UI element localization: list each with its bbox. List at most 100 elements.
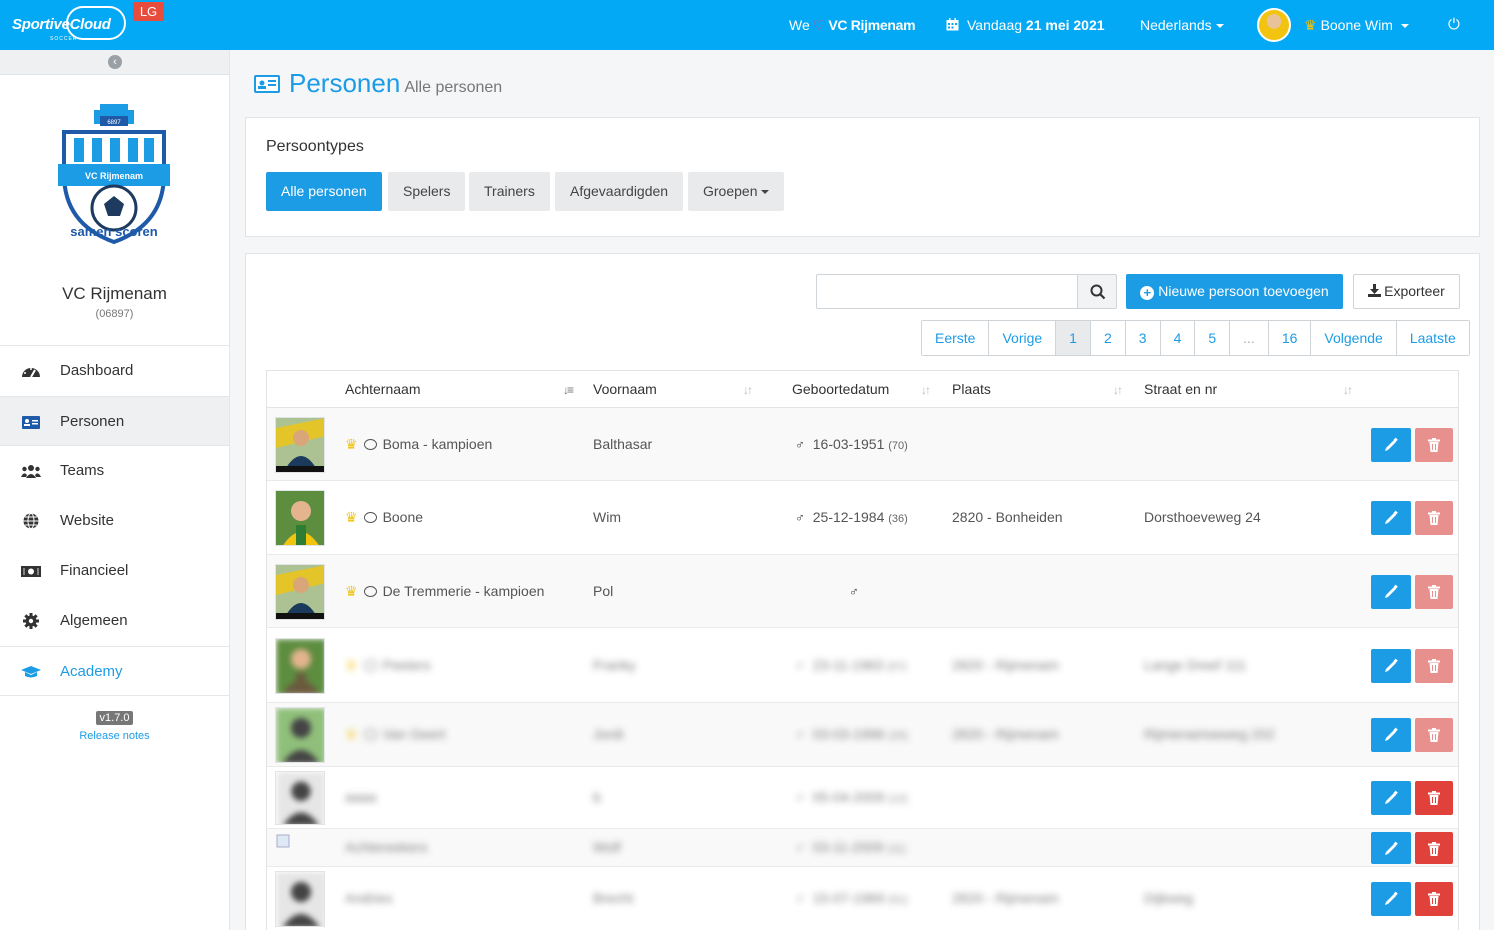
user-menu-dropdown[interactable]: ♛ Boone Wim <box>1304 0 1409 50</box>
column-header-geboortedatum[interactable]: Geboortedatum <box>792 371 889 408</box>
page-16-button[interactable]: 16 <box>1268 321 1312 355</box>
table-row[interactable]: ♛ De Tremmerie - kampioen Pol ♂ <box>267 555 1458 628</box>
lastname-text: De Tremmerie - kampioen <box>382 583 545 599</box>
logout-power-icon[interactable]: ⏻ <box>1448 0 1460 50</box>
birthdate-text: 03-03-1996 <box>812 726 885 742</box>
page-first-button[interactable]: Eerste <box>922 321 990 355</box>
person-photo[interactable] <box>275 490 325 546</box>
column-header-straat[interactable]: Straat en nr <box>1144 371 1217 408</box>
sort-icon[interactable]: ↓↑ <box>743 383 753 397</box>
person-photo[interactable] <box>275 638 325 694</box>
edit-person-button[interactable] <box>1371 832 1411 864</box>
edit-person-button[interactable] <box>1371 575 1411 609</box>
trash-icon <box>1428 892 1440 906</box>
sidebar-item-teams[interactable]: Teams <box>0 446 229 496</box>
person-photo[interactable] <box>275 707 325 763</box>
cell-achternaam[interactable]: Andries <box>345 890 392 906</box>
search-input[interactable] <box>816 274 1078 309</box>
person-photo[interactable] <box>275 833 325 863</box>
search-button[interactable] <box>1077 274 1117 309</box>
page-4-button[interactable]: 4 <box>1160 321 1196 355</box>
edit-person-button[interactable] <box>1371 781 1411 815</box>
cell-achternaam[interactable]: ♛ De Tremmerie - kampioen <box>345 583 544 600</box>
cell-achternaam[interactable]: Achtereekers <box>345 839 427 855</box>
filter-afgevaardigden-button[interactable]: Afgevaardigden <box>555 172 684 211</box>
cell-geboortedatum: ♂ 03-11-2009 (11) <box>795 839 906 855</box>
sort-icon[interactable]: ↓↑ <box>921 383 931 397</box>
filter-trainers-button[interactable]: Trainers <box>469 172 550 211</box>
pencil-icon <box>1385 841 1398 855</box>
sort-icon[interactable]: ↓↑ <box>1113 383 1123 397</box>
sidebar-item-dashboard[interactable]: Dashboard <box>0 346 229 396</box>
graduation-cap-icon <box>21 666 41 678</box>
column-header-voornaam[interactable]: Voornaam <box>593 371 657 408</box>
filter-groepen-dropdown[interactable]: Groepen <box>688 172 785 211</box>
delete-person-button[interactable] <box>1415 781 1453 815</box>
cell-achternaam[interactable]: ♛ Van Geert <box>345 726 445 743</box>
filter-alle-personen-button[interactable]: Alle personen <box>266 172 382 211</box>
sidebar-item-website[interactable]: Website <box>0 496 229 546</box>
cell-geboortedatum: ♂ 25-12-1984 (36) <box>795 509 908 525</box>
table-row[interactable]: ♛ Van Geert Jordi ♂ 03-03-1996 (25) 2820 - Ri… <box>267 703 1458 767</box>
table-row[interactable]: ♛ Peeters Franky ♂ 23-11-1963 (57) 2820 - Rij… <box>267 628 1458 703</box>
collapse-sidebar-chevron-left-icon[interactable]: ‹ <box>108 55 122 69</box>
person-photo[interactable] <box>275 417 325 473</box>
page-2-button[interactable]: 2 <box>1090 321 1126 355</box>
comment-icon <box>363 660 377 671</box>
page-3-button[interactable]: 3 <box>1125 321 1161 355</box>
sidebar-item-label: Teams <box>60 462 105 479</box>
export-button[interactable]: Exporteer <box>1353 274 1460 309</box>
lastname-text: Boone <box>382 509 424 525</box>
delete-person-button[interactable] <box>1415 718 1453 752</box>
delete-person-button[interactable] <box>1415 501 1453 535</box>
cell-achternaam[interactable]: ♛ Peeters <box>345 657 431 674</box>
sort-icon[interactable]: ↓↑ <box>1343 383 1353 397</box>
page-last-button[interactable]: Laatste <box>1396 321 1469 355</box>
sidebar-item-financieel[interactable]: Financieel <box>0 546 229 596</box>
sidebar-item-academy[interactable]: Academy <box>0 646 229 696</box>
table-row[interactable]: Andries Brecht ♂ 15-07-1969 (51) 2820 - Rijm… <box>267 867 1458 930</box>
filter-spelers-button[interactable]: Spelers <box>388 172 466 211</box>
release-notes-link[interactable]: Release notes <box>0 730 229 742</box>
person-photo[interactable] <box>275 564 325 620</box>
sort-alpha-asc-icon[interactable]: ↓≡ <box>563 383 574 397</box>
delete-person-button[interactable] <box>1415 832 1453 864</box>
edit-person-button[interactable] <box>1371 649 1411 683</box>
trash-icon <box>1428 585 1440 599</box>
page-next-button[interactable]: Volgende <box>1311 321 1397 355</box>
delete-person-button[interactable] <box>1415 428 1453 462</box>
table-row[interactable]: ♛ Boma - kampioen Balthasar ♂ 16-03-1951 (70… <box>267 408 1458 481</box>
sidebar-item-label: Dashboard <box>60 362 134 379</box>
version-badge: v1.7.0 <box>95 711 134 725</box>
person-photo[interactable] <box>275 871 325 927</box>
sidebar-item-algemeen[interactable]: Algemeen <box>0 596 229 646</box>
person-photo[interactable] <box>275 771 325 825</box>
language-dropdown[interactable]: Nederlands <box>1140 0 1224 50</box>
delete-person-button[interactable] <box>1415 575 1453 609</box>
delete-person-button[interactable] <box>1415 649 1453 683</box>
add-person-button[interactable]: + Nieuwe persoon toevoegen <box>1126 274 1343 309</box>
pagination: Eerste Vorige 1 2 3 4 5 ... 16 Volgende … <box>921 320 1470 356</box>
column-header-plaats[interactable]: Plaats <box>952 371 991 408</box>
cell-plaats: 2820 - Rijmenam <box>952 726 1059 742</box>
add-person-label: Nieuwe persoon toevoegen <box>1158 283 1329 299</box>
edit-person-button[interactable] <box>1371 882 1411 916</box>
edit-person-button[interactable] <box>1371 501 1411 535</box>
page-1-button[interactable]: 1 <box>1056 321 1091 355</box>
sportivecloud-logo[interactable]: SportiveCloud SOCCER <box>12 6 126 42</box>
cell-achternaam[interactable]: ♛ Boma - kampioen <box>345 436 492 453</box>
edit-person-button[interactable] <box>1371 718 1411 752</box>
table-row[interactable]: aaaa b ♂ 05-04-2009 (12) <box>267 767 1458 829</box>
cell-achternaam[interactable]: ♛ Boone <box>345 509 423 526</box>
user-avatar[interactable] <box>1257 8 1291 42</box>
column-header-achternaam[interactable]: Achternaam <box>345 371 420 408</box>
sidebar-item-personen[interactable]: Personen <box>0 396 229 446</box>
delete-person-button[interactable] <box>1415 882 1453 916</box>
page-5-button[interactable]: 5 <box>1195 321 1231 355</box>
cell-achternaam[interactable]: aaaa <box>345 789 376 805</box>
table-row[interactable]: Achtereekers Wolf ♂ 03-11-2009 (11) <box>267 829 1458 867</box>
edit-person-button[interactable] <box>1371 428 1411 462</box>
table-row[interactable]: ♛ Boone Wim ♂ 25-12-1984 (36) 2820 - Bonheide… <box>267 481 1458 555</box>
page-previous-button[interactable]: Vorige <box>989 321 1057 355</box>
person-types-panel: Persoontypes Alle personen Spelers Train… <box>245 117 1480 237</box>
